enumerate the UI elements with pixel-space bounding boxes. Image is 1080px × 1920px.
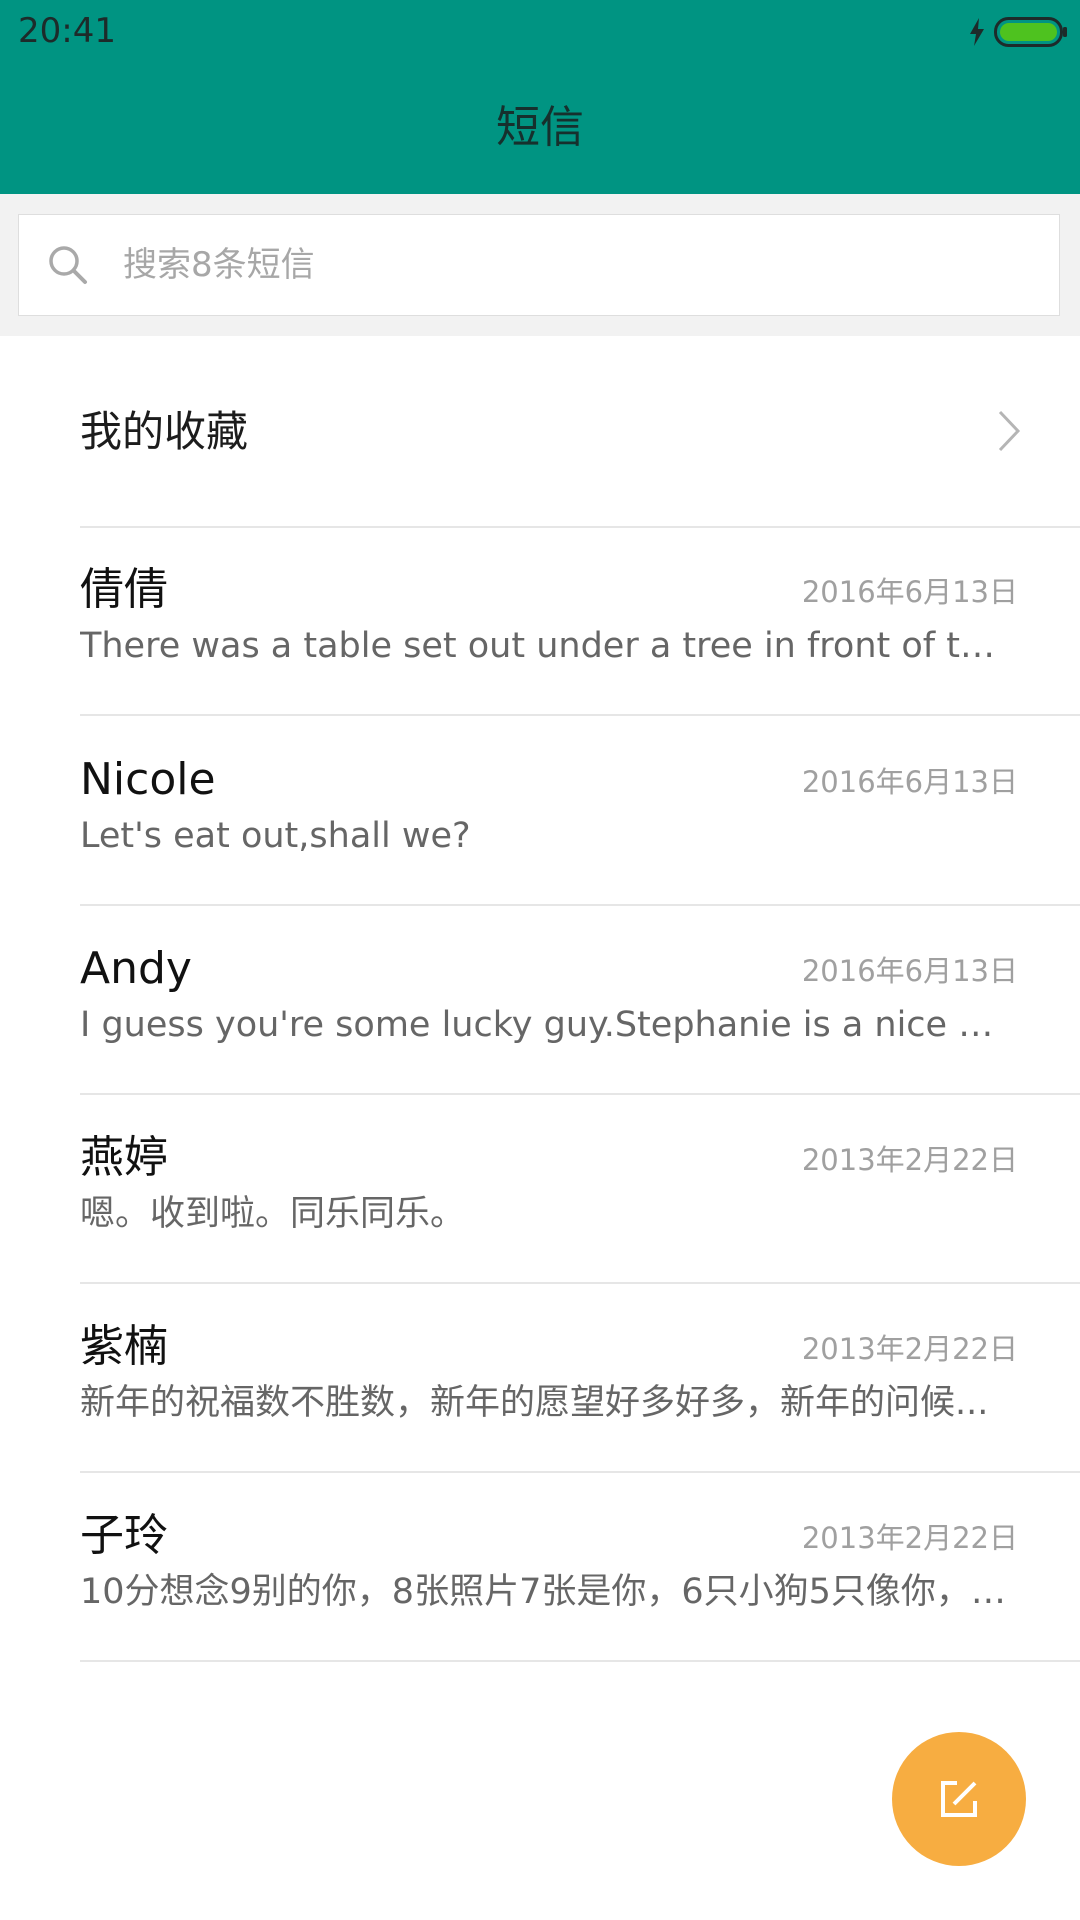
message-preview: 新年的祝福数不胜数，新年的愿望好多好多，新年的问候... [80, 1383, 989, 1423]
contact-name: 燕婷 [80, 1132, 168, 1183]
status-icons [968, 12, 1068, 52]
page-title: 短信 [496, 102, 584, 153]
divider [80, 1660, 1080, 1662]
message-preview: 嗯。收到啦。同乐同乐。 [80, 1194, 466, 1234]
search-area [0, 194, 1080, 336]
contact-name: 倩倩 [80, 564, 168, 615]
message-date: 2016年6月13日 [801, 954, 1018, 988]
status-time: 20:41 [18, 11, 116, 51]
conversation-item[interactable]: 紫楠 2013年2月22日 新年的祝福数不胜数，新年的愿望好多好多，新年的问候.… [0, 1283, 1080, 1471]
compose-icon [941, 1781, 977, 1817]
conversation-item[interactable]: 子玲 2013年2月22日 10分想念9别的你，8张照片7张是你，6只小狗5只像… [0, 1472, 1080, 1660]
message-preview: 10分想念9别的你，8张照片7张是你，6只小狗5只像你，4... [80, 1572, 1015, 1612]
search-icon [49, 246, 87, 284]
message-date: 2016年6月13日 [801, 765, 1018, 799]
lightning-bolt-icon [970, 18, 984, 46]
message-preview: There was a table set out under a tree i… [80, 626, 1015, 666]
conversation-item[interactable]: Andy 2016年6月13日 I guess you're some luck… [0, 905, 1080, 1093]
conversation-item[interactable]: Nicole 2016年6月13日 Let's eat out,shall we… [0, 716, 1080, 904]
message-date: 2013年2月22日 [801, 1521, 1018, 1555]
message-date: 2013年2月22日 [801, 1143, 1018, 1177]
favorites-row[interactable]: 我的收藏 [0, 336, 1080, 526]
chevron-right-icon [998, 410, 1021, 452]
message-preview: I guess you're some lucky guy.Stephanie … [80, 1005, 1015, 1045]
compose-button[interactable] [892, 1732, 1026, 1866]
app-header: 20:41 短信 [0, 0, 1080, 194]
conversation-item[interactable]: 燕婷 2013年2月22日 嗯。收到啦。同乐同乐。 [0, 1094, 1080, 1282]
contact-name: 子玲 [80, 1510, 168, 1561]
favorites-label: 我的收藏 [80, 407, 249, 456]
conversation-item[interactable]: 倩倩 2016年6月13日 There was a table set out … [0, 526, 1080, 714]
contact-name: 紫楠 [80, 1321, 168, 1372]
search-input[interactable] [121, 234, 925, 296]
battery-icon [994, 17, 1067, 47]
message-date: 2016年6月13日 [801, 575, 1018, 609]
contact-name: Nicole [80, 754, 216, 805]
message-date: 2013年2月22日 [801, 1332, 1018, 1366]
message-preview: Let's eat out,shall we? [80, 816, 471, 856]
search-box[interactable] [18, 214, 1060, 316]
contact-name: Andy [80, 943, 192, 994]
